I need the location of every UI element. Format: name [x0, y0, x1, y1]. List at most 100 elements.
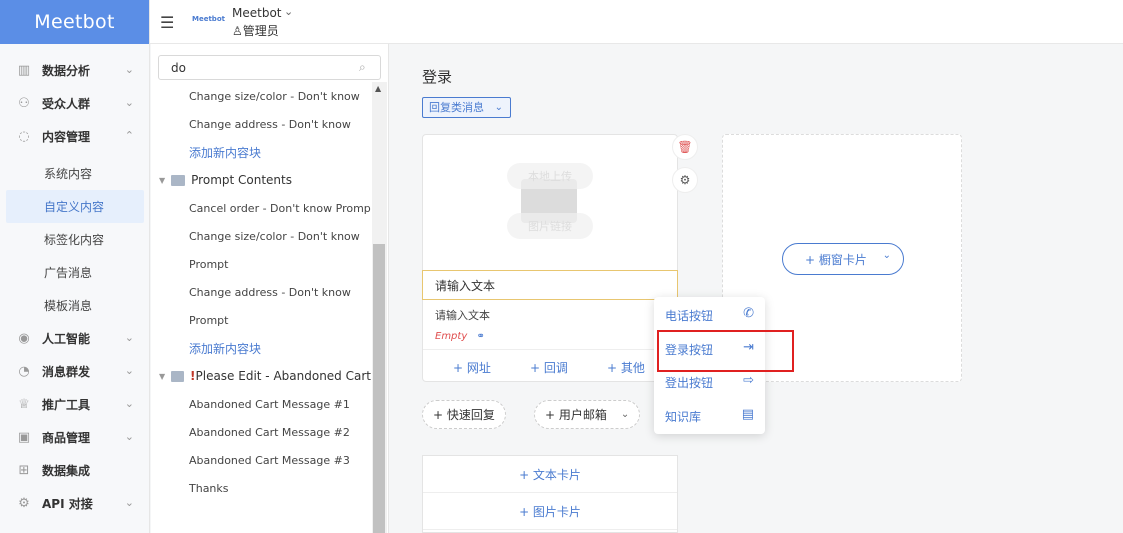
tree-item[interactable]: Thanks — [151, 474, 371, 502]
tree-item[interactable]: Prompt — [151, 306, 371, 334]
nav-item-promo[interactable]: ♕ 推广工具 ⌄ — [0, 388, 150, 421]
add-text-card-button[interactable]: + 文本卡片 — [423, 456, 677, 493]
chevron-down-icon: ⌄ — [124, 96, 134, 109]
nav-sub-system[interactable]: 系统内容 — [0, 157, 150, 190]
user-email-button[interactable]: + 用户邮箱 ⌄ — [534, 400, 641, 429]
card-body-text[interactable]: 请输入文本 — [435, 307, 490, 323]
gear-icon[interactable]: ⚙ — [672, 167, 698, 193]
nav-item-broadcast[interactable]: ◔ 消息群发 ⌄ — [0, 355, 150, 388]
tree-list: Change size/color - Don't know Change ad… — [151, 82, 371, 533]
chevron-down-icon: ⌄ — [494, 102, 503, 113]
folder-label: Please Edit - Abandoned Cart — [195, 369, 372, 383]
add-callback-button[interactable]: + 回调 — [530, 359, 568, 376]
nav-item-label: 数据集成 — [42, 464, 91, 478]
grid-icon: ⊞ — [18, 463, 30, 478]
menu-item-label: 知识库 — [665, 409, 702, 424]
user-role: ♙管理员 — [232, 22, 279, 39]
tree-item[interactable]: Abandoned Cart Message #1 — [151, 390, 371, 418]
scroll-thumb[interactable] — [373, 244, 385, 533]
chevron-down-icon: ⌄ — [124, 496, 134, 509]
message-type-dropdown[interactable]: 回复类消息 ⌄ — [422, 97, 511, 118]
caret-down-icon[interactable]: ▼ — [159, 176, 165, 185]
image-link-button[interactable]: 图片链接 — [507, 213, 593, 239]
nav-item-label: 商品管理 — [42, 431, 91, 445]
nav-item-label: 推广工具 — [42, 398, 91, 412]
box-icon: ▣ — [17, 430, 31, 445]
nav-sub-tagged[interactable]: 标签化内容 — [0, 223, 150, 256]
bot-name[interactable]: Meetbot — [232, 6, 282, 20]
tree-item[interactable]: Change address - Don't know — [151, 278, 371, 306]
message-card: 本地上传 图片链接 请输入文本 Empty ⚭ + 网址 + 回调 + 其他 — [422, 134, 678, 382]
add-image-card-button[interactable]: + 图片卡片 — [423, 493, 677, 530]
nav-item-label: 内容管理 — [42, 130, 91, 144]
nav-item-label: 人工智能 — [42, 332, 91, 346]
tree-scrollbar[interactable]: ▲ — [372, 82, 387, 533]
promo-icon: ♕ — [18, 397, 30, 412]
nav-item-label: API 对接 — [42, 497, 93, 511]
tree-item[interactable]: Prompt — [151, 250, 371, 278]
tree-folder[interactable]: ▼ ! Please Edit - Abandoned Cart — [151, 362, 371, 390]
empty-link-row[interactable]: Empty ⚭ — [435, 331, 485, 342]
nav-sub-custom[interactable]: 自定义内容 — [6, 190, 144, 223]
image-placeholder[interactable]: 本地上传 图片链接 — [423, 135, 677, 271]
scroll-up-icon[interactable]: ▲ — [375, 84, 381, 93]
local-upload-button[interactable]: 本地上传 — [507, 163, 593, 189]
nav-item-integration[interactable]: ⊞ 数据集成 — [0, 454, 150, 487]
add-content-block-link[interactable]: 添加新内容块 — [151, 138, 371, 166]
bot-logo: Meetbot — [192, 15, 225, 23]
caret-down-icon[interactable]: ▼ — [159, 372, 165, 381]
tree-folder[interactable]: ▼ Prompt Contents — [151, 166, 371, 194]
nav-item-data-analysis[interactable]: ▥ 数据分析 ⌄ — [0, 54, 150, 87]
tree-item[interactable]: Change address - Don't know — [151, 110, 371, 138]
quick-reply-label: + 快速回复 — [433, 408, 495, 422]
add-card-stack: + 文本卡片 + 图片卡片 — [422, 455, 678, 533]
message-type-label: 回复类消息 — [429, 101, 484, 114]
tree-item[interactable]: Abandoned Cart Message #2 — [151, 418, 371, 446]
nav-item-products[interactable]: ▣ 商品管理 ⌄ — [0, 421, 150, 454]
carousel-button-label: + 橱窗卡片 — [805, 252, 867, 267]
chevron-down-icon: ⌄ — [124, 397, 134, 410]
chevron-down-icon: ⌄ — [620, 409, 630, 420]
quick-reply-button[interactable]: + 快速回复 — [422, 400, 506, 429]
trash-icon[interactable]: 🗑 — [672, 134, 698, 160]
nav-sub-ads[interactable]: 广告消息 — [0, 256, 150, 289]
tree-item[interactable]: Abandoned Cart Message #3 — [151, 446, 371, 474]
chat-icon: ◌ — [18, 129, 30, 144]
nav-item-ai[interactable]: ◉ 人工智能 ⌄ — [0, 322, 150, 355]
nav-item-content[interactable]: ◌ 内容管理 ⌃ — [0, 120, 150, 153]
add-content-block-link[interactable]: 添加新内容块 — [151, 334, 371, 362]
menu-item-phone[interactable]: 电话按钮 ✆ — [654, 299, 765, 331]
add-carousel-card-button[interactable]: + 橱窗卡片 ⌄ — [782, 243, 904, 275]
highlight-box — [657, 330, 794, 372]
brand-logo[interactable]: Meetbot — [0, 0, 149, 44]
logout-icon: ⇨ — [743, 373, 754, 388]
divider — [423, 349, 677, 350]
card-title-input[interactable] — [422, 270, 678, 300]
chevron-down-icon: ⌄ — [124, 430, 134, 443]
user-email-label: + 用户邮箱 — [545, 408, 607, 422]
nav-sub-template[interactable]: 模板消息 — [0, 289, 150, 322]
link-icon[interactable]: ⚭ — [476, 331, 484, 342]
sidebar: Meetbot ▥ 数据分析 ⌄ ⚇ 受众人群 ⌄ ◌ 内容管理 ⌃ 系统内容 … — [0, 0, 150, 533]
folder-icon — [171, 174, 186, 186]
search-icon[interactable]: ⌕ — [359, 60, 366, 75]
api-icon: ⚙ — [18, 496, 30, 511]
menu-item-knowledge[interactable]: 知识库 ▤ — [654, 400, 765, 432]
clock-icon: ◔ — [18, 364, 30, 379]
folder-label: Prompt Contents — [191, 173, 292, 187]
search-input[interactable] — [158, 55, 381, 80]
menu-item-label: 电话按钮 — [665, 308, 714, 323]
add-url-button[interactable]: + 网址 — [453, 359, 491, 376]
tree-item[interactable]: Cancel order - Don't know Prompt — [151, 194, 371, 222]
editor-area: 登录 回复类消息 ⌄ 本地上传 图片链接 请输入文本 Empty ⚭ + 网址 … — [390, 44, 1123, 533]
chevron-down-icon[interactable]: ⌄ — [284, 5, 293, 18]
nav-item-audience[interactable]: ⚇ 受众人群 ⌄ — [0, 87, 150, 120]
menu-item-label: 登出按钮 — [665, 375, 714, 390]
chevron-up-icon: ⌃ — [124, 129, 134, 142]
tree-item[interactable]: Change size/color - Don't know — [151, 82, 371, 110]
nav-list: ▥ 数据分析 ⌄ ⚇ 受众人群 ⌄ ◌ 内容管理 ⌃ 系统内容 自定义内容 标签… — [0, 54, 150, 520]
menu-icon[interactable]: ☰ — [160, 13, 174, 32]
nav-item-api[interactable]: ⚙ API 对接 ⌄ — [0, 487, 150, 520]
tree-item[interactable]: Change size/color - Don't know — [151, 222, 371, 250]
add-other-button[interactable]: + 其他 — [607, 359, 645, 376]
